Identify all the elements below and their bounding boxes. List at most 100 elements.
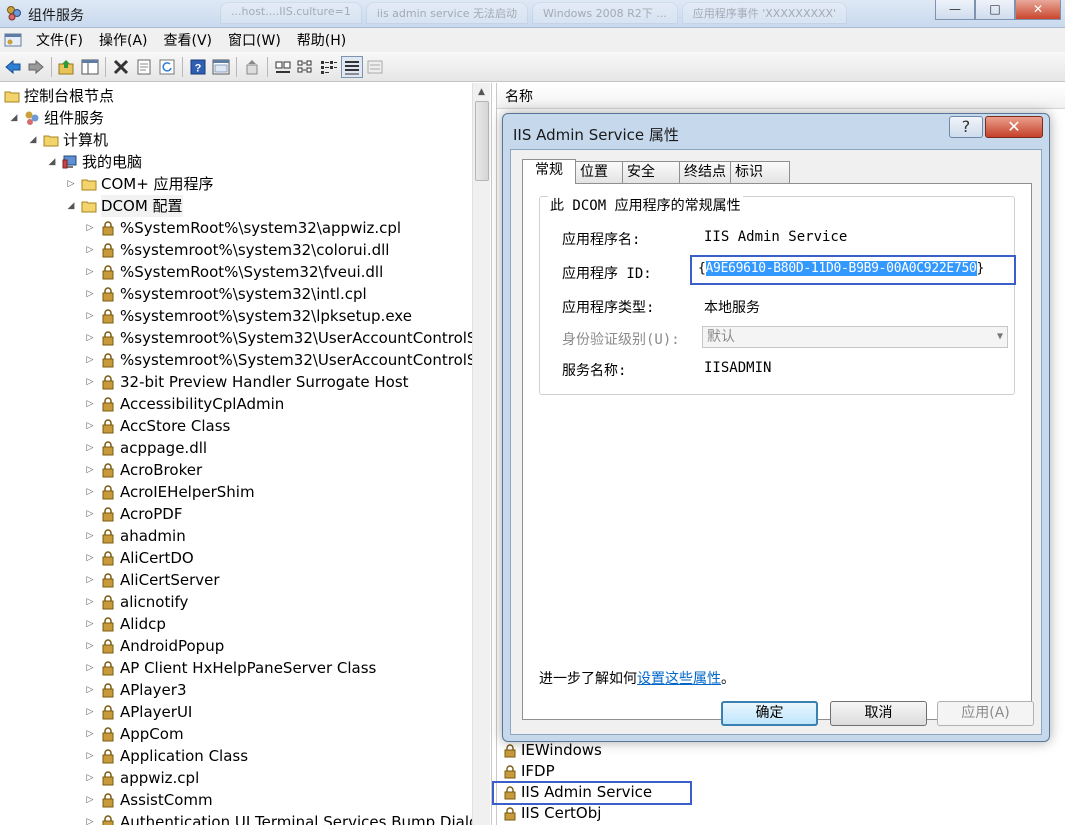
console-button[interactable] [210, 56, 232, 78]
menu-action[interactable]: 操作(A) [91, 28, 156, 52]
tree-node-dcom-app[interactable]: ▷ %SystemRoot%\system32\appwiz.cpl [84, 217, 402, 239]
tree-node-dcom-app[interactable]: ▷ AliCertDO [84, 547, 194, 569]
expand-arrow-icon[interactable]: ▷ [84, 261, 96, 283]
tree-node-dcom-app[interactable]: ▷ %systemroot%\System32\UserAccountContro… [84, 349, 477, 371]
ok-button[interactable]: 确定 [721, 701, 818, 726]
app-id-value[interactable]: A9E69610-B80D-11D0-B9B9-00A0C922E750 [705, 261, 977, 276]
show-tree-button[interactable] [79, 56, 101, 78]
scrollbar-thumb[interactable] [475, 101, 489, 181]
tree-node-dcom-app[interactable]: ▷ 32-bit Preview Handler Surrogate Host [84, 371, 409, 393]
list-item[interactable]: IEWindows [497, 740, 602, 761]
cancel-button[interactable]: 取消 [830, 701, 927, 726]
menu-help[interactable]: 帮助(H) [289, 28, 354, 52]
delete-button[interactable] [110, 56, 132, 78]
expand-arrow-icon[interactable]: ▷ [84, 503, 96, 525]
tree-node-dcom-app[interactable]: ▷ appwiz.cpl [84, 767, 200, 789]
tree-node-dcom-app[interactable]: ▷ Authentication UI Terminal Services Bum… [84, 811, 488, 825]
close-window-button[interactable]: ✕ [1015, 0, 1061, 20]
tree-node-computers[interactable]: ◢ 计算机 [27, 129, 108, 151]
list-view-button[interactable] [318, 56, 340, 78]
background-tab[interactable]: Windows 2008 R2下 ... [532, 2, 678, 24]
tab-endpoints[interactable]: 终结点 [679, 161, 731, 183]
expand-arrow-icon[interactable]: ▷ [84, 371, 96, 393]
expand-arrow-icon[interactable]: ▷ [84, 283, 96, 305]
tree-node-dcom-config[interactable]: ◢ DCOM 配置 [65, 195, 183, 217]
tree-node-dcom-app[interactable]: ▷ Alidcp [84, 613, 166, 635]
auth-level-select[interactable]: 默认 ▼ [702, 326, 1008, 348]
apply-button[interactable]: 应用(A) [937, 701, 1034, 726]
forward-button[interactable] [25, 56, 47, 78]
collapse-arrow-icon[interactable]: ◢ [65, 195, 77, 217]
background-tab[interactable]: iis admin service 无法启动 [365, 2, 529, 24]
tree-node-dcom-app[interactable]: ▷ AcroPDF [84, 503, 183, 525]
expand-arrow-icon[interactable]: ▷ [84, 415, 96, 437]
list-item[interactable]: IFDP [497, 761, 555, 782]
expand-arrow-icon[interactable]: ▷ [84, 217, 96, 239]
expand-arrow-icon[interactable]: ▷ [84, 635, 96, 657]
expand-arrow-icon[interactable]: ▷ [84, 569, 96, 591]
tree-node-dcom-app[interactable]: ▷ AndroidPopup [84, 635, 225, 657]
tree-node-dcom-app[interactable]: ▷ ahadmin [84, 525, 186, 547]
tree-node-dcom-app[interactable]: ▷ AcroBroker [84, 459, 203, 481]
background-tab[interactable]: 应用程序事件 'XXXXXXXXX' [681, 2, 848, 24]
list-item[interactable]: IIS CertObj [497, 803, 601, 824]
expand-arrow-icon[interactable]: ▷ [84, 393, 96, 415]
detail-view-button[interactable] [341, 55, 363, 78]
background-tab[interactable]: ...host....IIS.culture=1 [220, 2, 362, 24]
dialog-close-button[interactable]: ✕ [985, 116, 1043, 138]
mmc-console-icon[interactable] [4, 31, 22, 49]
collapse-arrow-icon[interactable]: ◢ [8, 107, 20, 129]
expand-arrow-icon[interactable]: ▷ [84, 349, 96, 371]
expand-arrow-icon[interactable]: ▷ [65, 173, 77, 195]
expand-arrow-icon[interactable]: ▷ [84, 305, 96, 327]
back-button[interactable] [2, 56, 24, 78]
tree-node-component-services[interactable]: ◢ 组件服务 [8, 107, 104, 129]
tab-security[interactable]: 安全 [622, 161, 680, 183]
menu-view[interactable]: 查看(V) [156, 28, 221, 52]
expand-arrow-icon[interactable]: ▷ [84, 591, 96, 613]
expand-arrow-icon[interactable]: ▷ [84, 547, 96, 569]
collapse-arrow-icon[interactable]: ◢ [46, 151, 58, 173]
tree-node-my-computer[interactable]: ◢ 我的电脑 [46, 151, 142, 173]
expand-arrow-icon[interactable]: ▷ [84, 701, 96, 723]
minimize-button[interactable]: — [935, 0, 975, 20]
tree-node-dcom-app[interactable]: ▷ %systemroot%\system32\intl.cpl [84, 283, 367, 305]
up-folder-button[interactable] [56, 56, 78, 78]
expand-arrow-icon[interactable]: ▷ [84, 327, 96, 349]
expand-arrow-icon[interactable]: ▷ [84, 745, 96, 767]
expand-arrow-icon[interactable]: ▷ [84, 481, 96, 503]
app-id-field[interactable]: {A9E69610-B80D-11D0-B9B9-00A0C922E750} [698, 261, 984, 276]
expand-arrow-icon[interactable]: ▷ [84, 657, 96, 679]
collapse-arrow-icon[interactable]: ◢ [27, 129, 39, 151]
status-view-button[interactable] [364, 56, 386, 78]
help-button[interactable]: ? [187, 56, 209, 78]
tree-node-dcom-app[interactable]: ▷ alicnotify [84, 591, 189, 613]
scroll-up-arrow-icon[interactable]: ▲ [473, 83, 490, 101]
expand-arrow-icon[interactable]: ▷ [84, 437, 96, 459]
tree-node-dcom-app[interactable]: ▷ %systemroot%\System32\UserAccountContro… [84, 327, 477, 349]
expand-arrow-icon[interactable]: ▷ [84, 767, 96, 789]
tree-node-dcom-app[interactable]: ▷ APlayer3 [84, 679, 187, 701]
tree-node-dcom-app[interactable]: ▷ %SystemRoot%\System32\fveui.dll [84, 261, 384, 283]
expand-arrow-icon[interactable]: ▷ [84, 789, 96, 811]
tree-node-dcom-app[interactable]: ▷ AccessibilityCplAdmin [84, 393, 285, 415]
learn-more-link[interactable]: 设置这些属性 [637, 671, 721, 687]
tab-identity[interactable]: 标识 [730, 161, 790, 183]
menu-window[interactable]: 窗口(W) [220, 28, 289, 52]
tab-general[interactable]: 常规 [522, 159, 576, 184]
tree-node-dcom-app[interactable]: ▷ AppCom [84, 723, 184, 745]
tree-node-dcom-app[interactable]: ▷ Application Class [84, 745, 249, 767]
tree-node-dcom-app[interactable]: ▷ AliCertServer [84, 569, 220, 591]
tree-node-dcom-app[interactable]: ▷ AssistComm [84, 789, 213, 811]
tree-node-dcom-app[interactable]: ▷ AccStore Class [84, 415, 231, 437]
tree-node-dcom-app[interactable]: ▷ APlayerUI [84, 701, 193, 723]
expand-arrow-icon[interactable]: ▷ [84, 613, 96, 635]
large-icons-button[interactable] [272, 56, 294, 78]
tab-location[interactable]: 位置 [575, 161, 623, 183]
tree-node-dcom-app[interactable]: ▷ AP Client HxHelpPaneServer Class [84, 657, 377, 679]
tree-node-console-root[interactable]: 控制台根节点 [4, 85, 114, 107]
expand-arrow-icon[interactable]: ▷ [84, 459, 96, 481]
tree-scrollbar[interactable]: ▲ [472, 83, 490, 825]
column-header-name[interactable]: 名称 [497, 85, 1065, 109]
menu-file[interactable]: 文件(F) [28, 28, 91, 52]
